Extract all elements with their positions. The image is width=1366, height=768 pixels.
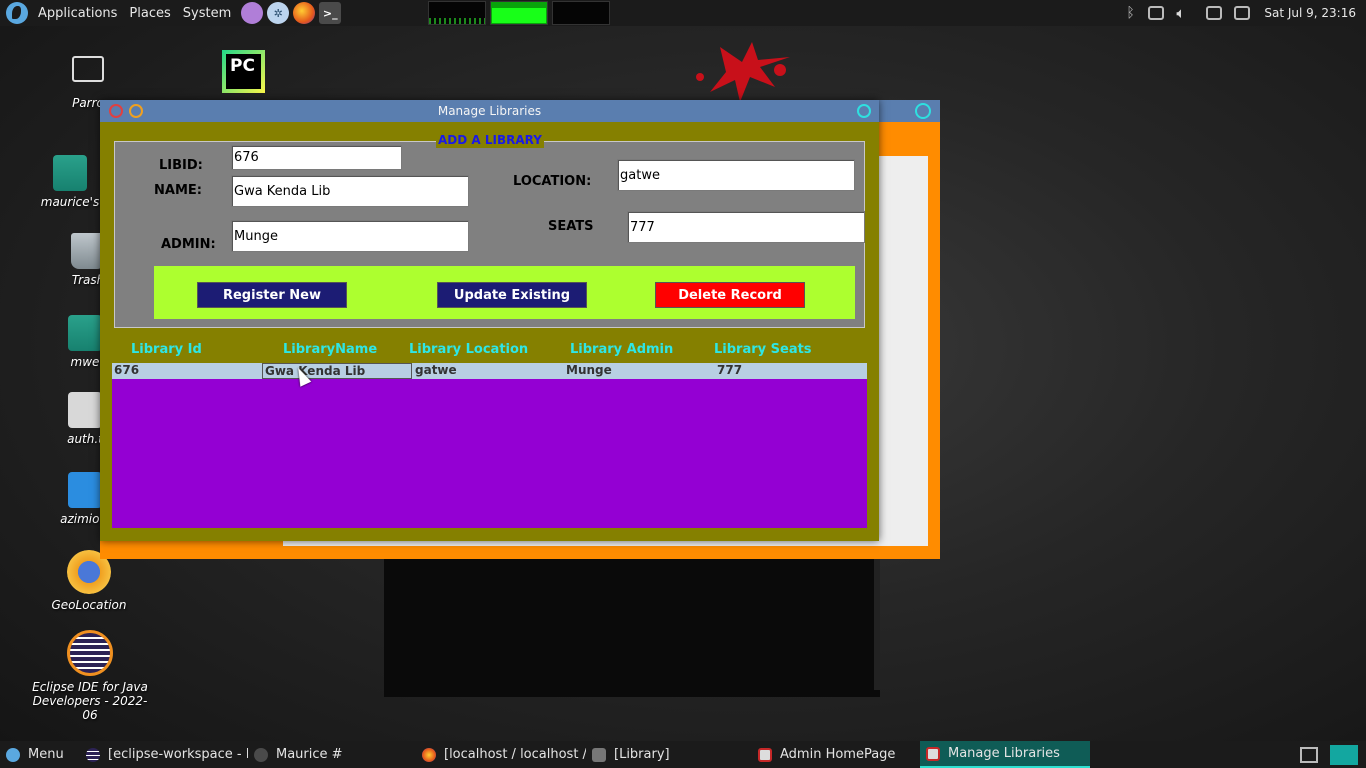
task-admin-homepage[interactable]: Admin HomePage — [752, 741, 918, 768]
red-splash-decoration — [696, 42, 790, 102]
column-header-library-seats[interactable]: Library Seats — [714, 342, 812, 357]
cpu-graph — [428, 1, 486, 25]
maximize-button[interactable] — [857, 104, 871, 118]
task-label: [Library] — [614, 747, 670, 762]
add-library-legend: ADD A LIBRARY — [436, 132, 544, 148]
bluetooth-icon[interactable]: ᛒ — [1126, 6, 1136, 20]
task-firefox[interactable]: [localhost / localhost / L... — [416, 741, 586, 768]
bottom-taskbar: Menu [eclipse-workspace - Li... Maurice … — [0, 741, 1366, 768]
eclipse-icon — [86, 747, 100, 762]
table-cell[interactable]: 777 — [715, 363, 865, 379]
text-editor-icon[interactable] — [241, 2, 264, 24]
menu-label: Menu — [28, 747, 64, 762]
top-panel: Applications Places System ✲ >_ ᛒ 🔈︎ Sat… — [0, 0, 1366, 26]
text-file-icon — [68, 392, 102, 428]
task-label: Admin HomePage — [780, 747, 896, 762]
admin-label: ADMIN: — [161, 237, 216, 252]
name-field[interactable]: Gwa Kenda Lib — [231, 175, 469, 207]
task-label: Manage Libraries — [948, 746, 1060, 761]
eclipse-icon — [67, 630, 113, 676]
update-existing-button[interactable]: Update Existing — [437, 282, 587, 308]
register-new-button[interactable]: Register New — [197, 282, 347, 308]
java-app-icon — [926, 746, 940, 761]
monitor-icon — [72, 56, 104, 82]
window-title: Manage Libraries — [437, 104, 542, 118]
table-cell[interactable]: gatwe — [413, 363, 563, 379]
column-header-library-name[interactable]: LibraryName — [283, 342, 377, 357]
admin-field[interactable]: Munge — [231, 220, 469, 252]
workspace-switcher — [1300, 741, 1366, 768]
places-menu[interactable]: Places — [123, 6, 176, 21]
desktop-icon-label: Eclipse IDE for Java Developers - 2022-0… — [32, 680, 148, 722]
libid-field[interactable]: 676 — [231, 145, 402, 170]
task-terminal[interactable]: Maurice # — [248, 741, 416, 768]
name-label: NAME: — [154, 183, 202, 198]
task-eclipse[interactable]: [eclipse-workspace - Li... — [80, 741, 248, 768]
action-button-bar: Register New Update Existing Delete Reco… — [154, 266, 855, 319]
location-label: LOCATION: — [513, 174, 592, 189]
location-field[interactable]: gatwe — [617, 159, 855, 191]
table-cell[interactable]: Gwa Kenda Lib — [262, 363, 412, 379]
column-header-library-admin[interactable]: Library Admin — [570, 342, 673, 357]
task-label: Maurice # — [276, 747, 343, 762]
parrot-menu-icon — [6, 747, 20, 762]
clipboard-icon[interactable] — [1234, 6, 1251, 20]
folder-icon — [68, 315, 102, 351]
home-folder-icon — [53, 155, 87, 191]
column-header-library-id[interactable]: Library Id — [131, 342, 202, 357]
memory-graph — [490, 1, 548, 25]
applications-menu[interactable]: Applications — [32, 6, 123, 21]
system-menu[interactable]: System — [177, 6, 237, 21]
network-icon[interactable] — [1206, 6, 1223, 20]
firefox-icon[interactable] — [293, 2, 316, 24]
show-desktop-icon[interactable] — [1300, 746, 1318, 763]
maintenance-icon[interactable]: ✲ — [267, 2, 290, 24]
system-tray: ᛒ 🔈︎ Sat Jul 9, 23:16 — [1120, 0, 1366, 26]
desktop-icon-label: GeoLocation — [51, 598, 127, 612]
keyboard-icon[interactable] — [1148, 6, 1165, 20]
volume-icon[interactable]: 🔈︎ — [1176, 6, 1194, 21]
libraries-table[interactable]: 676 Gwa Kenda Lib gatwe Munge 777 — [112, 363, 867, 528]
desktop-icon-eclipse[interactable]: Eclipse IDE for Java Developers - 2022-0… — [28, 630, 152, 722]
folder-icon — [592, 747, 606, 762]
table-cell[interactable]: Munge — [564, 363, 714, 379]
table-header: Library Id LibraryName Library Location … — [112, 340, 867, 360]
background-dark-window[interactable] — [384, 540, 880, 697]
pycharm-icon[interactable]: PC — [222, 50, 265, 93]
clock[interactable]: Sat Jul 9, 23:16 — [1264, 6, 1356, 20]
task-manage-libraries[interactable]: Manage Libraries — [920, 741, 1090, 768]
seats-label: SEATS — [548, 219, 594, 234]
manage-libraries-window: Manage Libraries LIBID: 676 NAME: Gwa Ke… — [100, 100, 879, 541]
seats-field[interactable]: 777 — [627, 211, 865, 243]
desktop-icon-geolocation[interactable]: GeoLocation — [34, 550, 144, 612]
window-titlebar[interactable]: Manage Libraries — [100, 100, 879, 122]
table-row[interactable]: 676 Gwa Kenda Lib gatwe Munge 777 — [112, 363, 867, 379]
column-header-library-location[interactable]: Library Location — [409, 342, 528, 357]
network-graph — [552, 1, 610, 25]
task-library-folder[interactable]: [Library] — [586, 741, 752, 768]
terminal-icon — [254, 747, 268, 762]
delete-record-button[interactable]: Delete Record — [655, 282, 805, 308]
terminal-icon[interactable]: >_ — [319, 2, 342, 24]
maximize-button[interactable] — [915, 103, 931, 119]
minimize-button[interactable] — [129, 104, 143, 118]
task-label: [eclipse-workspace - Li... — [108, 747, 248, 762]
java-app-icon — [758, 747, 772, 762]
table-cell[interactable]: 676 — [112, 363, 262, 379]
libid-label: LIBID: — [159, 158, 203, 173]
start-menu-button[interactable]: Menu — [0, 741, 80, 768]
pycharm-logo-text: PC — [226, 54, 261, 89]
task-label: [localhost / localhost / L... — [444, 747, 586, 762]
close-button[interactable] — [109, 104, 123, 118]
parrot-logo-icon[interactable] — [6, 2, 28, 24]
document-icon — [68, 472, 102, 508]
firefox-icon — [422, 747, 436, 762]
workspace-icon[interactable] — [1330, 744, 1358, 765]
